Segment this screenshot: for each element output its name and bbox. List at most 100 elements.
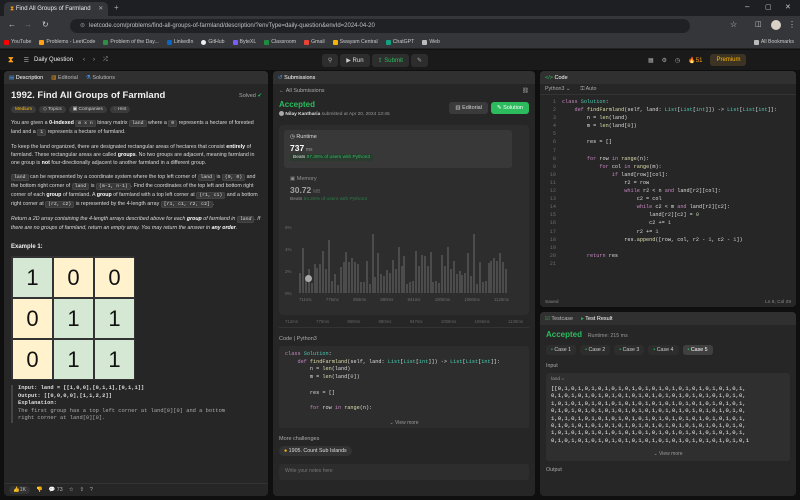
histogram-bar[interactable]: [377, 252, 380, 293]
solution-button[interactable]: ✎ Solution: [490, 102, 529, 115]
notes-input[interactable]: Write your notes here: [279, 463, 529, 480]
histogram-bar[interactable]: [371, 233, 374, 293]
code-line[interactable]: return res: [562, 252, 777, 260]
code-line[interactable]: [562, 260, 777, 268]
histogram-bar[interactable]: [319, 263, 322, 293]
forward-icon[interactable]: →: [24, 20, 32, 29]
histogram-bar[interactable]: [467, 252, 470, 293]
code-line[interactable]: r2 += 1: [562, 228, 777, 236]
histogram-bar[interactable]: [496, 260, 499, 293]
bookmark-leetcode[interactable]: Problems - LeetCode: [39, 39, 95, 45]
code-line[interactable]: while r2 < n and land[r2][col]:: [562, 187, 777, 195]
bookmark-bytexl[interactable]: ByteXL: [232, 39, 256, 45]
histogram-bar[interactable]: [325, 268, 328, 293]
histogram-bar[interactable]: [342, 261, 345, 293]
histogram-bar[interactable]: [444, 265, 446, 293]
histogram-bar[interactable]: [336, 284, 339, 293]
histogram-bar[interactable]: [345, 251, 348, 293]
settings-icon[interactable]: ⚙: [662, 57, 667, 64]
histogram-bar[interactable]: [374, 276, 377, 293]
histogram-bar[interactable]: [316, 267, 319, 293]
histogram-bar[interactable]: [452, 260, 455, 293]
problem-list-icon[interactable]: ☰: [24, 57, 29, 64]
histogram-bar[interactable]: [473, 233, 475, 293]
editorial-button[interactable]: ▥ Editorial: [449, 102, 488, 115]
histogram-bar[interactable]: [400, 265, 403, 293]
histogram-bar[interactable]: [420, 254, 423, 293]
topics-tag[interactable]: ◇ Topics: [39, 106, 66, 113]
back-to-submissions[interactable]: ← All Submissions: [279, 88, 325, 94]
histogram-bar[interactable]: [299, 272, 301, 293]
code-line[interactable]: res.append([row, col, r2 - 1, c2 - 1]): [562, 236, 777, 244]
histogram-bar[interactable]: [348, 261, 351, 293]
tab-description[interactable]: ▤ Description: [9, 75, 43, 81]
memory-box[interactable]: ▣ Memory 30.72 MB Beats 54.25% of users …: [284, 172, 524, 206]
autocomplete-toggle[interactable]: ⚿ Auto: [580, 86, 596, 93]
histogram-bar[interactable]: [351, 257, 354, 293]
help-icon[interactable]: ?: [90, 487, 93, 493]
code-line[interactable]: [562, 244, 777, 252]
histogram-bar[interactable]: [310, 282, 313, 293]
bookmark-gmail[interactable]: Gmail: [304, 39, 325, 45]
histogram-bar[interactable]: [441, 254, 444, 293]
tab-code[interactable]: </> Code: [545, 75, 568, 81]
companies-tag[interactable]: ▣ Companies: [68, 106, 107, 113]
histogram-bar[interactable]: [417, 265, 420, 293]
code-line[interactable]: r2 = row: [562, 179, 777, 187]
next-problem-icon[interactable]: ›: [93, 57, 95, 63]
histogram-bar[interactable]: [380, 273, 383, 293]
histogram-bar[interactable]: [484, 280, 487, 293]
like-button[interactable]: 👍1K: [9, 486, 31, 494]
histogram-bar[interactable]: [383, 275, 386, 293]
code-line[interactable]: for col in range(m):: [562, 163, 777, 171]
hint-tag[interactable]: ◌ Hint: [109, 106, 131, 113]
histogram-bar[interactable]: [490, 260, 493, 293]
code-line[interactable]: class Solution:: [562, 98, 777, 106]
code-line[interactable]: def findFarmland(self, land: List[List[i…: [562, 106, 776, 114]
notes-button[interactable]: ✎: [410, 53, 428, 67]
case-tab-1[interactable]: • Case 1: [546, 345, 577, 355]
zoom-scroll[interactable]: 712ms 775ms 850ms 880ms 947ms 1006ms 1066ms 113…: [279, 319, 529, 328]
bookmark-classroom[interactable]: Classroom: [264, 39, 296, 45]
histogram-bar[interactable]: [481, 281, 484, 293]
bookmark-potd[interactable]: Problem of the Day...: [103, 39, 159, 45]
profile-avatar[interactable]: [771, 20, 781, 30]
prev-problem-icon[interactable]: ‹: [83, 57, 85, 63]
view-more-button[interactable]: ⌄ View more: [279, 413, 529, 428]
code-line[interactable]: [562, 130, 777, 138]
histogram-bar[interactable]: [415, 250, 417, 293]
code-line[interactable]: n = len(land): [562, 114, 777, 122]
code-line[interactable]: [562, 147, 777, 155]
tab-testcase[interactable]: ☑ Testcase: [545, 316, 573, 322]
browser-tab[interactable]: ⧗ Find All Groups of Farmland ✕: [4, 2, 108, 16]
code-line[interactable]: c2 = col: [562, 195, 777, 203]
histogram-bar[interactable]: [487, 262, 490, 293]
histogram-bar[interactable]: [478, 261, 481, 293]
histogram-bar[interactable]: [365, 260, 368, 293]
histogram-bar[interactable]: [330, 280, 333, 293]
histogram-bar[interactable]: [328, 239, 330, 293]
comments-button[interactable]: 💬 73: [49, 487, 63, 493]
layout-icon[interactable]: ▦: [648, 57, 654, 64]
histogram-bar[interactable]: [426, 265, 429, 293]
code-line[interactable]: while c2 < m and land[r2][c2]:: [562, 203, 777, 211]
back-icon[interactable]: ←: [8, 20, 16, 29]
streak-counter[interactable]: 🔥51: [688, 57, 702, 64]
case-tab-2[interactable]: • Case 2: [580, 345, 611, 355]
code-line[interactable]: res = []: [562, 138, 777, 146]
histogram-bar[interactable]: [438, 282, 441, 293]
histogram-bar[interactable]: [475, 283, 478, 293]
histogram-bar[interactable]: [464, 272, 467, 293]
histogram-bar[interactable]: [368, 283, 371, 293]
shuffle-icon[interactable]: ⤮: [103, 57, 108, 64]
histogram-bar[interactable]: [333, 273, 336, 293]
bookmark-linkedin[interactable]: LinkedIn: [166, 39, 193, 45]
code-editor[interactable]: class Solution: def findFarmland(self, l…: [556, 98, 777, 268]
histogram-bar[interactable]: [470, 275, 473, 293]
histogram-bar[interactable]: [397, 246, 400, 293]
dislike-button[interactable]: 👎: [36, 487, 43, 493]
histogram-bar[interactable]: [435, 280, 438, 293]
code-line[interactable]: if land[row][col]:: [562, 171, 777, 179]
code-line[interactable]: land[r2][c2] = 0: [562, 211, 777, 219]
histogram-bar[interactable]: [391, 259, 394, 293]
